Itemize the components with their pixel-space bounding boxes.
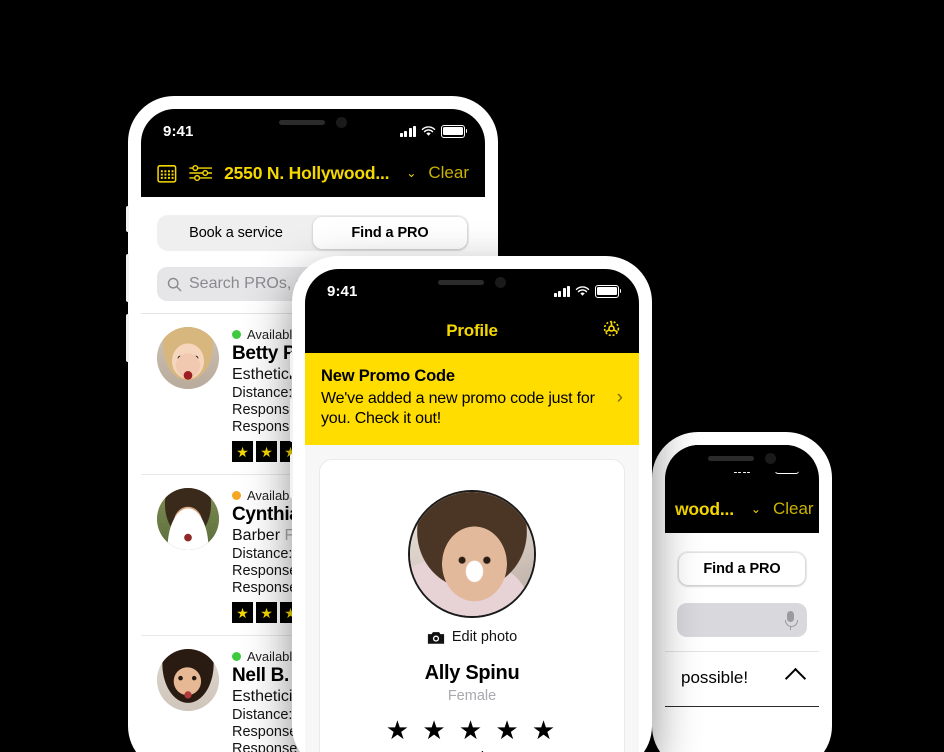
silent-switch[interactable]	[290, 352, 293, 376]
status-icons	[553, 284, 622, 298]
segmented-tabs: Find a PRO	[677, 551, 807, 587]
profile-card: Edit photo Ally Spinu Female ★ ★ ★ ★ ★ 2…	[319, 459, 625, 752]
accordion-label: possible!	[681, 668, 749, 687]
cellular-bars-icon	[399, 125, 416, 137]
front-camera	[495, 277, 506, 288]
profile-header: Profile	[305, 309, 639, 353]
rating-stars: ★ ★ ★ ★ ★	[385, 715, 559, 745]
availability-label: Availab'	[247, 488, 292, 503]
phone-profile: 9:41 Profile New Promo Code We've added …	[290, 256, 652, 752]
profile-avatar-photo	[410, 492, 534, 616]
avatar-photo	[157, 327, 219, 389]
app-bar: 2550 N. Hollywood... ⌄ Clear	[141, 149, 485, 197]
star-icon: ★	[232, 602, 253, 623]
clear-button[interactable]: Clear	[773, 499, 814, 519]
search-icon	[167, 277, 182, 291]
chevron-down-icon[interactable]: ⌄	[406, 166, 416, 180]
phone-right-screen: wood... ⌄ Clear Find a PRO possible!	[665, 445, 819, 752]
status-time: 9:41	[163, 122, 194, 140]
status-icons	[399, 124, 468, 138]
status-time: 9:41	[327, 282, 358, 300]
wifi-icon	[421, 125, 436, 136]
chevron-down-icon[interactable]: ⌄	[751, 502, 761, 516]
promo-banner[interactable]: New Promo Code We've added a new promo c…	[305, 353, 639, 445]
filter-sliders-icon[interactable]	[188, 163, 212, 183]
volume-down-button[interactable]	[126, 314, 129, 362]
front-camera	[765, 453, 776, 464]
volume-up-button[interactable]	[290, 398, 293, 442]
camera-icon	[427, 631, 444, 644]
volume-down-button[interactable]	[290, 454, 293, 498]
star-icon: ★	[232, 441, 253, 462]
earpiece-speaker	[708, 456, 754, 461]
chevron-right-icon[interactable]: ›	[617, 387, 623, 409]
notch	[398, 269, 546, 296]
silent-switch[interactable]	[126, 206, 129, 232]
segmented-control: Book a service Find a PRO	[141, 197, 485, 263]
chevron-up-icon[interactable]	[784, 667, 807, 689]
availability-label: Availabl	[247, 649, 293, 664]
calendar-icon[interactable]	[157, 163, 177, 184]
profile-gender: Female	[447, 688, 497, 704]
clear-button[interactable]: Clear	[428, 163, 469, 183]
edit-photo-label: Edit photo	[451, 629, 518, 645]
gear-icon[interactable]	[600, 317, 623, 345]
star-icon: ★	[256, 441, 277, 462]
profile-avatar[interactable]	[408, 490, 536, 618]
wifi-icon	[575, 285, 590, 296]
address-label[interactable]: wood...	[675, 499, 734, 520]
search-placeholder: Search PROs, s	[189, 275, 304, 292]
earpiece-speaker	[438, 280, 484, 285]
phone-right: wood... ⌄ Clear Find a PRO possible!	[652, 432, 832, 752]
segmented-tabs: Book a service Find a PRO	[157, 215, 469, 251]
battery-icon	[595, 284, 622, 298]
microphone-icon[interactable]	[784, 610, 798, 630]
notch	[668, 445, 816, 472]
status-dot	[232, 330, 241, 339]
segmented-control: Find a PRO	[665, 533, 819, 599]
search-input[interactable]	[677, 603, 807, 637]
notch	[239, 109, 387, 136]
address-label[interactable]: 2550 N. Hollywood...	[224, 163, 389, 184]
avatar	[157, 488, 219, 550]
status-dot	[232, 491, 241, 500]
tab-find-a-pro[interactable]: Find a PRO	[313, 217, 467, 249]
phone-profile-screen: 9:41 Profile New Promo Code We've added …	[305, 269, 639, 752]
app-bar: wood... ⌄ Clear	[665, 485, 819, 533]
avatar	[157, 649, 219, 711]
avatar	[157, 327, 219, 389]
star-icon: ★	[256, 602, 277, 623]
pro-role-label: Barber	[232, 527, 281, 544]
earpiece-speaker	[279, 120, 325, 125]
avatar-photo	[157, 488, 219, 550]
status-dot	[232, 652, 241, 661]
tab-find-a-pro[interactable]: Find a PRO	[679, 553, 805, 585]
promo-text: New Promo Code We've added a new promo c…	[321, 367, 607, 429]
search-container	[665, 599, 819, 651]
battery-icon	[441, 124, 468, 138]
front-camera	[336, 117, 347, 128]
tab-book-a-service[interactable]: Book a service	[159, 217, 313, 249]
promo-title: New Promo Code	[321, 367, 455, 385]
avatar-photo	[157, 649, 219, 711]
profile-name: Ally Spinu	[424, 662, 520, 684]
edit-photo-button[interactable]: Edit photo	[336, 629, 608, 645]
cellular-bars-icon	[553, 285, 570, 297]
volume-up-button[interactable]	[126, 254, 129, 302]
promo-body: We've added a new promo code just for yo…	[321, 390, 595, 427]
screenshot-stage: wood... ⌄ Clear Find a PRO possible! 9:4…	[0, 0, 944, 752]
availability-label: Availabl	[247, 327, 293, 342]
profile-body: Edit photo Ally Spinu Female ★ ★ ★ ★ ★ 2…	[305, 445, 639, 752]
accordion-row[interactable]: possible!	[665, 652, 819, 707]
page-title: Profile	[446, 321, 498, 340]
